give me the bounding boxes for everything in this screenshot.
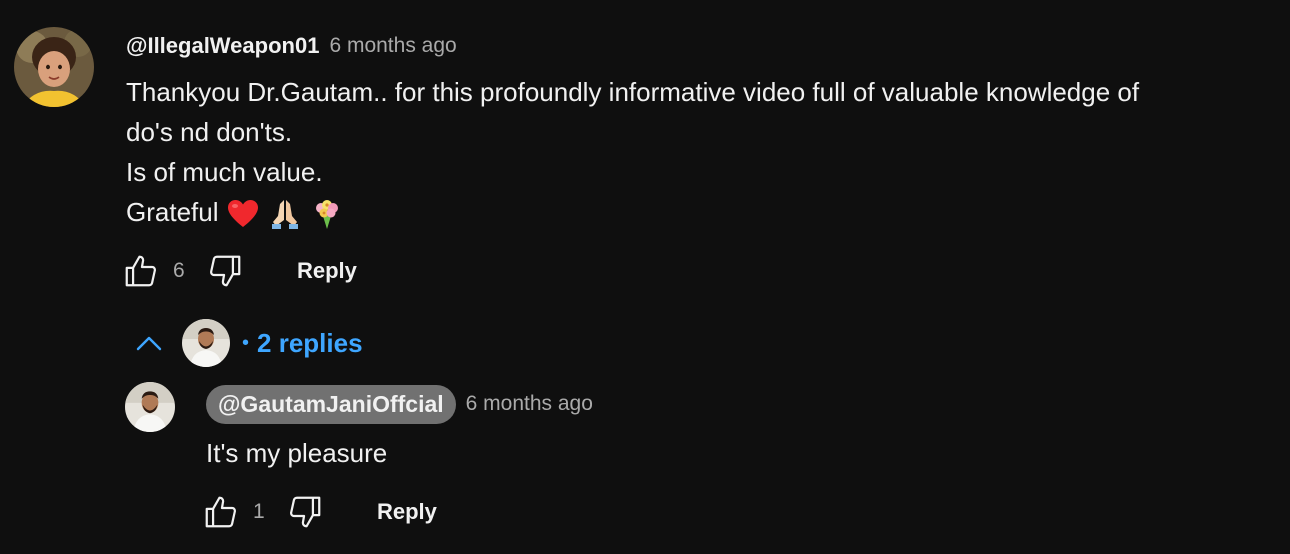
replies-separator: • (242, 331, 250, 354)
channel-owner-badge[interactable]: @GautamJaniOffcial (206, 384, 456, 424)
man-avatar-icon (125, 382, 175, 432)
reply-like-button[interactable] (201, 492, 241, 532)
comment-line: Is of much value. (126, 157, 323, 187)
dislike-button[interactable] (205, 251, 245, 291)
like-count: 6 (173, 259, 185, 282)
comment-actions: 6 Reply (121, 251, 357, 291)
comment-line: Thankyou Dr.Gautam.. for this profoundly… (126, 77, 1140, 107)
thumbs-down-icon (210, 255, 241, 287)
replies-count: 2 replies (257, 327, 363, 358)
man-avatar-icon (182, 319, 230, 367)
reply-reply-button[interactable]: Reply (377, 499, 437, 525)
bouquet-emoji-icon (315, 200, 338, 230)
comment-author[interactable]: @IllegalWeapon01 (126, 33, 319, 59)
reply-button[interactable]: Reply (297, 258, 357, 284)
comment-line-last: Grateful (126, 192, 1246, 232)
comment-timestamp[interactable]: 6 months ago (329, 34, 456, 58)
reply-dislike-button[interactable] (285, 492, 325, 532)
thumbs-up-icon (125, 255, 156, 287)
creator-mini-avatar (182, 319, 230, 367)
comment-line: do's nd don'ts. (126, 117, 293, 147)
comment-header: @IllegalWeapon01 6 months ago (126, 30, 457, 62)
commenter-avatar[interactable] (14, 27, 94, 107)
reply-author-avatar[interactable] (125, 382, 175, 432)
folded-hands-emoji-icon (271, 200, 298, 230)
replies-toggle[interactable]: • 2 replies (130, 313, 363, 373)
thumbs-down-icon (290, 496, 321, 528)
girl-avatar-icon (14, 27, 94, 107)
reply-actions: 1 Reply (201, 492, 437, 532)
comment-body: Thankyou Dr.Gautam.. for this profoundly… (126, 72, 1246, 232)
chevron-up-icon (130, 324, 168, 362)
like-button[interactable] (121, 251, 161, 291)
red-heart-emoji-icon (227, 200, 258, 228)
emoji-row (227, 198, 343, 230)
comment-line-text: Grateful (126, 197, 219, 227)
reply-like-count: 1 (253, 500, 265, 523)
reply-body: It's my pleasure (206, 438, 388, 468)
thumbs-up-icon (205, 496, 236, 528)
reply-timestamp[interactable]: 6 months ago (466, 392, 593, 416)
reply-header: @GautamJaniOffcial 6 months ago (206, 384, 593, 424)
